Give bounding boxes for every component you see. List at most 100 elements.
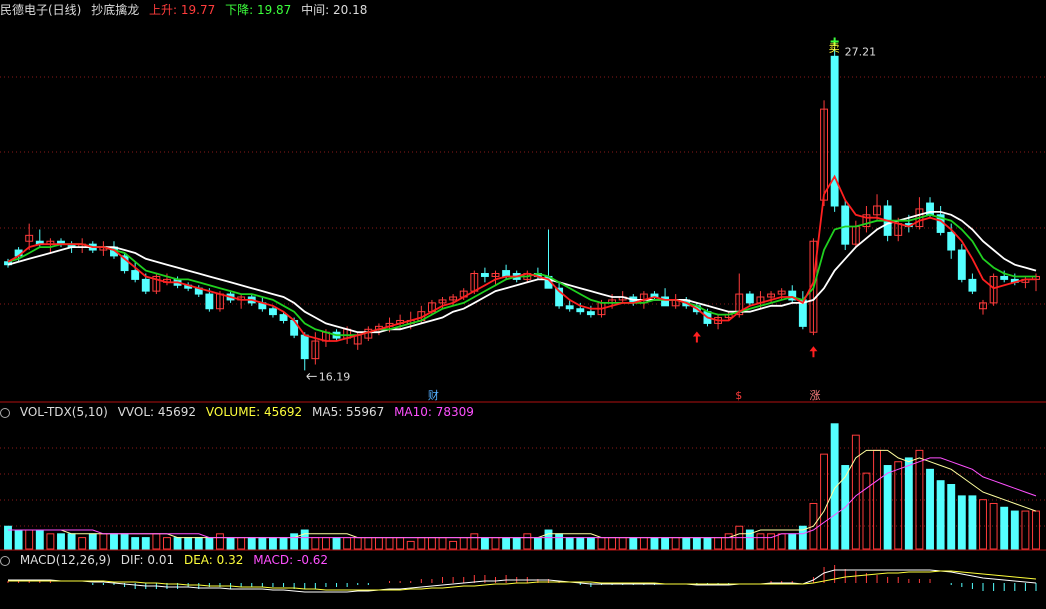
volume-bar (608, 537, 617, 550)
volume-bar (851, 434, 860, 550)
volume-bar (279, 537, 288, 550)
volume-bar (894, 461, 903, 550)
volume-bar (449, 540, 458, 550)
candle-body (968, 278, 977, 292)
volume-bar (703, 537, 712, 550)
volume-bar (565, 537, 574, 550)
volume-bar (88, 533, 97, 550)
volume-bar (78, 537, 87, 550)
candle-body (300, 334, 309, 360)
candle-body (947, 231, 956, 251)
volume-bar (290, 533, 299, 550)
volume-bar (915, 449, 924, 550)
volume-bar (57, 533, 65, 550)
volume-bar (417, 537, 426, 550)
volume-bar (533, 537, 542, 550)
candle-body (841, 205, 850, 245)
volume-bar (131, 537, 140, 550)
volume-bar (1010, 510, 1019, 550)
volume-bar (597, 537, 606, 550)
volume-bar (14, 529, 23, 550)
low-price-label: 16.19 (319, 370, 351, 383)
volume-bar (470, 533, 479, 550)
event-s-label[interactable]: $ (735, 389, 742, 402)
candle-body (279, 314, 288, 321)
volume-bar (226, 537, 235, 550)
volume-bar (194, 537, 203, 550)
volume-bar (396, 537, 405, 550)
candle-body (205, 293, 214, 310)
volume-bar (512, 537, 521, 550)
volume-bar (173, 537, 182, 550)
volume-bar (777, 533, 786, 550)
candle-body (141, 278, 150, 292)
volume-bar (216, 533, 224, 550)
volume-bar (714, 537, 723, 550)
volume-bar (618, 537, 627, 550)
volume-bar (374, 537, 383, 550)
volume-bar (205, 537, 214, 550)
volume-bar (237, 537, 246, 550)
volume-bar (936, 480, 945, 550)
volume-bar (883, 465, 892, 550)
volume-bar (502, 537, 511, 550)
low-pointer-icon (306, 373, 317, 380)
volume-bar (756, 533, 765, 550)
vol-ma5-line (8, 449, 1037, 539)
buy-arrow-icon (809, 346, 818, 358)
volume-bar (767, 533, 775, 550)
volume-bar (99, 533, 108, 550)
volume-bar (343, 537, 352, 550)
volume-bar (1021, 510, 1030, 550)
volume-bar (406, 540, 415, 550)
candle-body (586, 311, 595, 316)
volume-bar (904, 457, 913, 550)
volume-bar (1032, 510, 1040, 550)
volume-bar (353, 537, 362, 550)
ma-white-line (7, 211, 1037, 334)
candle-body (576, 308, 585, 313)
volume-bar (385, 537, 394, 550)
volume-bar (269, 537, 277, 550)
volume-bar (947, 484, 956, 550)
volume-bar (163, 537, 171, 550)
candle-body (269, 308, 277, 316)
volume-bar (438, 537, 447, 550)
volume-bar (671, 537, 680, 550)
buy-arrow-icon (692, 331, 701, 343)
volume-bar (1000, 506, 1009, 550)
volume-bar (258, 537, 267, 550)
vol-ma10-line (8, 457, 1037, 539)
volume-bar (364, 537, 373, 550)
volume-bar (979, 499, 987, 550)
volume-bar (957, 495, 966, 550)
kline-chart[interactable]: 27.21 16.19 卖 财 $ 涨 (0, 0, 1046, 609)
volume-bar (480, 537, 489, 550)
volume-bar (692, 537, 701, 550)
volume-bar (873, 449, 881, 550)
event-cai-label[interactable]: 财 (428, 388, 439, 402)
volume-bar (300, 529, 309, 550)
volume-bar (555, 533, 564, 550)
volume-bar (650, 537, 659, 550)
candle-body (480, 273, 489, 277)
volume-bar (491, 537, 500, 550)
volume-bar (141, 537, 150, 550)
volume-bar (25, 529, 34, 550)
volume-bar (639, 537, 648, 550)
volume-bar (682, 537, 691, 550)
volume-bar (67, 533, 76, 550)
volume-bar (926, 468, 934, 550)
event-zhang-label[interactable]: 涨 (809, 389, 820, 402)
volume-bar (459, 537, 468, 550)
volume-bar (120, 533, 129, 550)
candle-body (131, 270, 140, 280)
volume-bar (788, 533, 797, 550)
volume-bar (152, 533, 161, 550)
candle-body (565, 305, 574, 310)
candle-body (957, 249, 966, 280)
volume-bar (427, 537, 436, 550)
volume-bar (576, 537, 585, 550)
volume-bar (661, 537, 670, 550)
volume-bar (184, 537, 193, 550)
